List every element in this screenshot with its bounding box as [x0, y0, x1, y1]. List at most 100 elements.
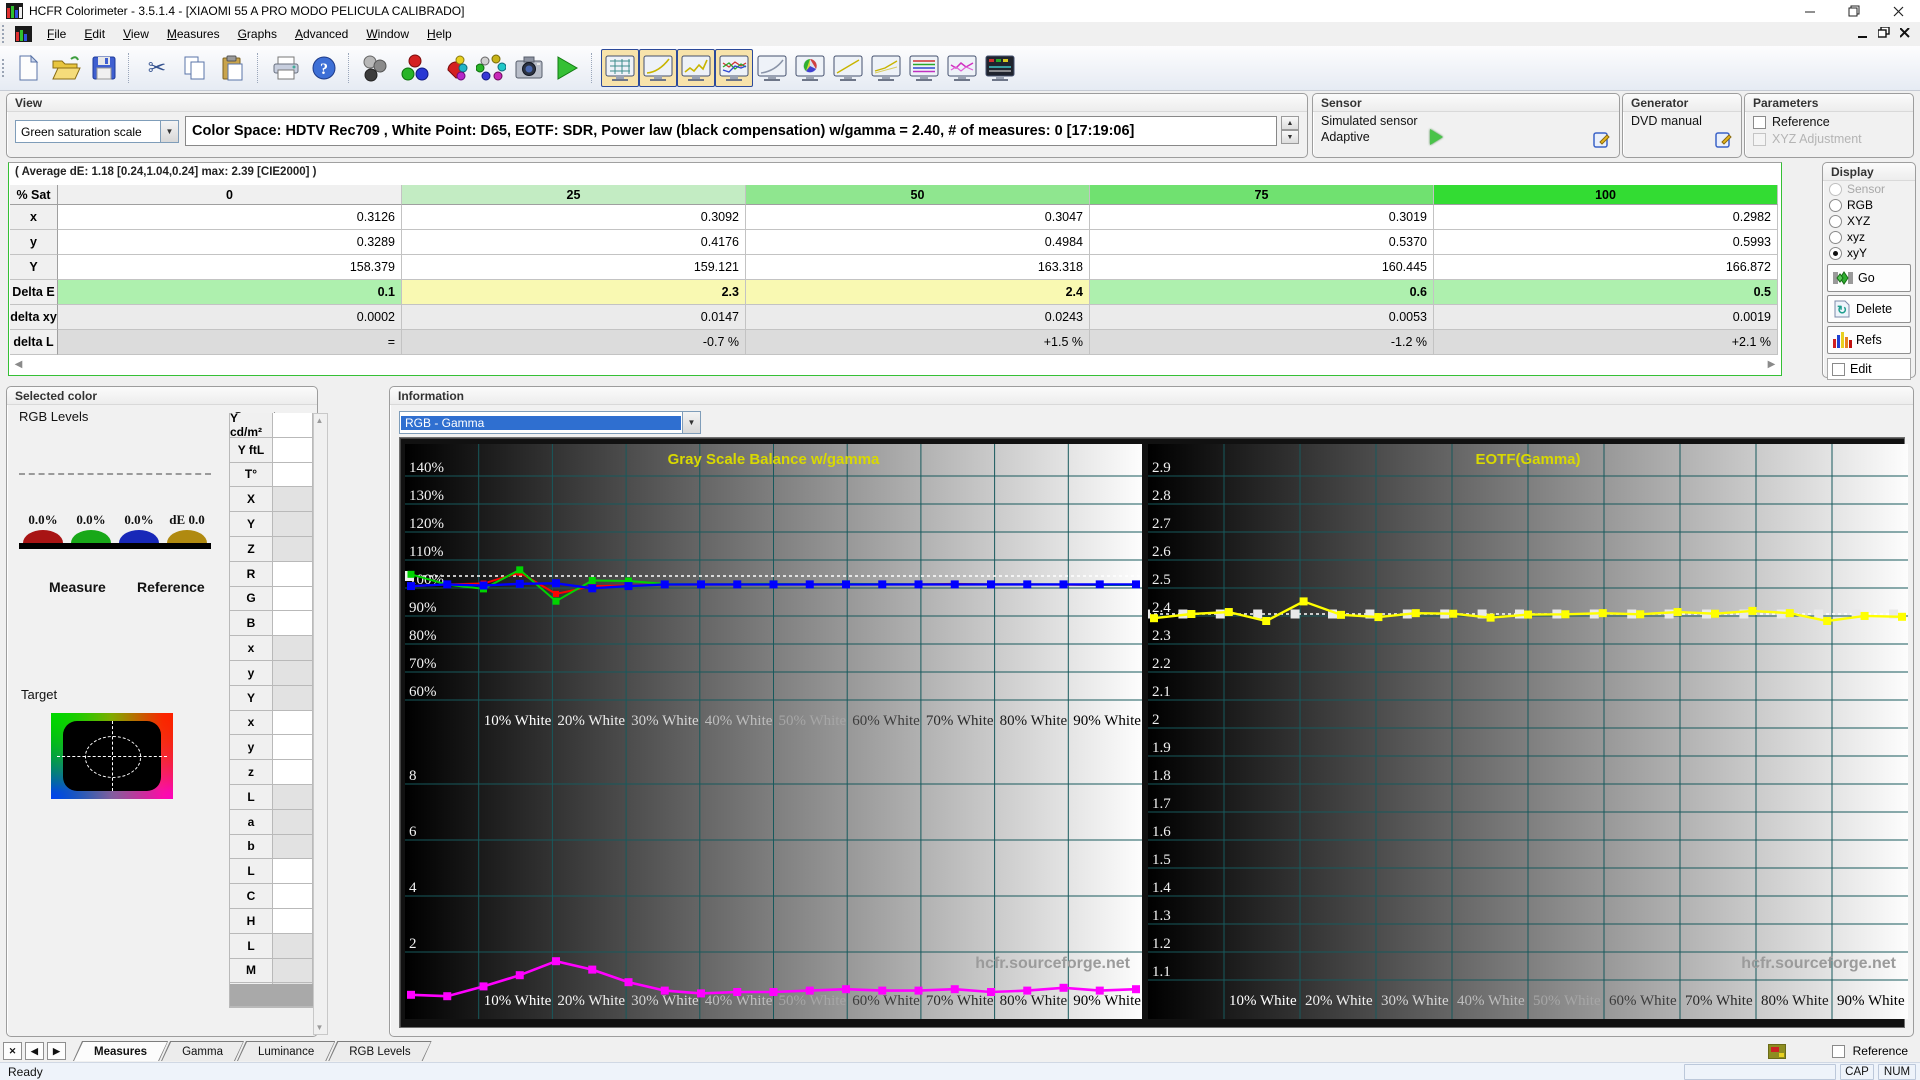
measure-row-value[interactable] — [273, 809, 313, 835]
edit-checkbox-row[interactable]: Edit — [1827, 358, 1911, 380]
view-tab[interactable]: Luminance — [237, 1041, 335, 1061]
column-header[interactable]: 50 — [746, 185, 1090, 205]
view-contrast-icon[interactable] — [829, 49, 867, 87]
view-tab[interactable]: Gamma — [161, 1041, 244, 1061]
save-file-icon[interactable] — [85, 49, 123, 87]
measure-row-value[interactable] — [273, 611, 313, 637]
scroll-right-icon[interactable]: ▶ — [1764, 357, 1779, 372]
table-cell[interactable]: = — [58, 330, 402, 355]
delete-button[interactable]: ↻ Delete — [1827, 295, 1911, 323]
table-cell[interactable]: 2.3 — [402, 280, 746, 305]
table-cell[interactable]: 163.318 — [746, 255, 1090, 280]
menu-item[interactable]: Graphs — [229, 24, 286, 44]
view-near-black-icon[interactable] — [677, 49, 715, 87]
mdi-restore-icon[interactable] — [1877, 26, 1890, 41]
table-cell[interactable]: 0.0053 — [1090, 305, 1434, 330]
view-rgb-levels-icon[interactable] — [715, 49, 753, 87]
table-cell[interactable]: 0.1 — [58, 280, 402, 305]
measure-row-value[interactable] — [273, 437, 313, 463]
edit-checkbox[interactable] — [1832, 362, 1845, 376]
menu-item[interactable]: Window — [357, 24, 418, 44]
table-cell[interactable]: 160.445 — [1090, 255, 1434, 280]
table-cell[interactable]: 0.4984 — [746, 230, 1090, 255]
view-tracking-icon[interactable] — [943, 49, 981, 87]
measure-row-value[interactable] — [273, 413, 313, 438]
scroll-down-icon[interactable]: ▼ — [314, 1021, 325, 1034]
table-cell[interactable]: 2.4 — [746, 280, 1090, 305]
chevron-down-icon[interactable]: ▼ — [160, 121, 178, 142]
view-tab[interactable]: RGB Levels — [328, 1041, 431, 1061]
table-cell[interactable]: 0.0019 — [1434, 305, 1778, 330]
table-cell[interactable]: 0.3019 — [1090, 205, 1434, 230]
column-header[interactable]: 100 — [1434, 185, 1778, 205]
table-cell[interactable]: +1.5 % — [746, 330, 1090, 355]
view-report-icon[interactable] — [981, 49, 1019, 87]
table-cell[interactable]: 159.121 — [402, 255, 746, 280]
radio-xyz-upper[interactable]: XYZ — [1823, 213, 1915, 229]
table-cell[interactable]: 0.5 — [1434, 280, 1778, 305]
view-luminance-icon[interactable] — [753, 49, 791, 87]
measure-row-value[interactable] — [273, 660, 313, 686]
table-cell[interactable]: 0.5993 — [1434, 230, 1778, 255]
reference-checkbox[interactable] — [1753, 115, 1766, 129]
mdi-close-icon[interactable] — [1899, 26, 1910, 41]
table-cell[interactable]: +2.1 % — [1434, 330, 1778, 355]
radio-xyz-lower[interactable]: xyz — [1823, 229, 1915, 245]
mdi-minimize-icon[interactable] — [1858, 28, 1868, 41]
table-cell[interactable]: 0.6 — [1090, 280, 1434, 305]
measure-row-value[interactable] — [273, 561, 313, 587]
scroll-up-icon[interactable]: ▲ — [314, 414, 325, 427]
generator-config-icon[interactable] — [1715, 132, 1733, 153]
measure-row-value[interactable] — [273, 735, 313, 761]
horizontal-scrollbar[interactable]: ◀ ▶ — [11, 357, 1779, 372]
sensor-run-icon[interactable] — [1429, 129, 1443, 145]
help-icon[interactable]: ? — [305, 49, 343, 87]
table-cell[interactable]: 0.5370 — [1090, 230, 1434, 255]
measure-row-value[interactable] — [273, 958, 313, 984]
measure-row-value[interactable] — [273, 462, 313, 488]
mdi-child-icon[interactable] — [15, 26, 32, 42]
measure-row-value[interactable] — [273, 685, 313, 711]
measure-row-value[interactable] — [273, 586, 313, 612]
measure-row-value[interactable] — [273, 710, 313, 736]
tab-scroll-right-icon[interactable]: ▶ — [47, 1042, 66, 1060]
new-document-icon[interactable] — [9, 49, 47, 87]
table-cell[interactable]: -0.7 % — [402, 330, 746, 355]
menu-item[interactable]: Measures — [158, 24, 229, 44]
menu-item[interactable]: Advanced — [286, 24, 357, 44]
measure-primaries-icon[interactable] — [396, 49, 434, 87]
close-icon[interactable] — [1876, 0, 1920, 22]
bottom-reference-checkbox[interactable] — [1831, 1044, 1845, 1058]
print-icon[interactable] — [267, 49, 305, 87]
view-gamma-curve-icon[interactable] — [639, 49, 677, 87]
scale-select[interactable]: Green saturation scale ▼ — [15, 120, 179, 143]
table-cell[interactable]: 0.4176 — [402, 230, 746, 255]
column-header[interactable]: 75 — [1090, 185, 1434, 205]
menu-item[interactable]: Help — [418, 24, 461, 44]
chevron-down-icon[interactable]: ▼ — [682, 412, 700, 433]
copy-icon[interactable] — [176, 49, 214, 87]
measure-row-value[interactable] — [273, 487, 313, 513]
paste-icon[interactable] — [214, 49, 252, 87]
open-file-icon[interactable] — [47, 49, 85, 87]
measure-saturations-icon[interactable] — [434, 49, 472, 87]
go-button[interactable]: Go — [1827, 264, 1911, 292]
table-cell[interactable]: 0.0243 — [746, 305, 1090, 330]
menu-item[interactable]: File — [38, 24, 75, 44]
radio-xyY[interactable]: xyY — [1823, 245, 1915, 261]
measure-row-value[interactable] — [273, 884, 313, 909]
measure-table-scrollbar[interactable]: ▲ ▼ — [313, 413, 328, 1035]
table-cell[interactable]: 166.872 — [1434, 255, 1778, 280]
measure-row-value[interactable] — [273, 636, 313, 661]
snapshot-camera-icon[interactable] — [510, 49, 548, 87]
view-saturation-icon[interactable] — [867, 49, 905, 87]
menu-item[interactable]: View — [114, 24, 158, 44]
run-measures-icon[interactable] — [548, 49, 586, 87]
cut-icon[interactable]: ✂ — [138, 49, 176, 87]
sensor-config-icon[interactable] — [1593, 132, 1611, 153]
column-header[interactable]: 0 — [58, 185, 402, 205]
table-cell[interactable]: 0.2982 — [1434, 205, 1778, 230]
radio-rgb[interactable]: RGB — [1823, 197, 1915, 213]
measure-row-value[interactable] — [273, 834, 313, 860]
table-cell[interactable]: 158.379 — [58, 255, 402, 280]
